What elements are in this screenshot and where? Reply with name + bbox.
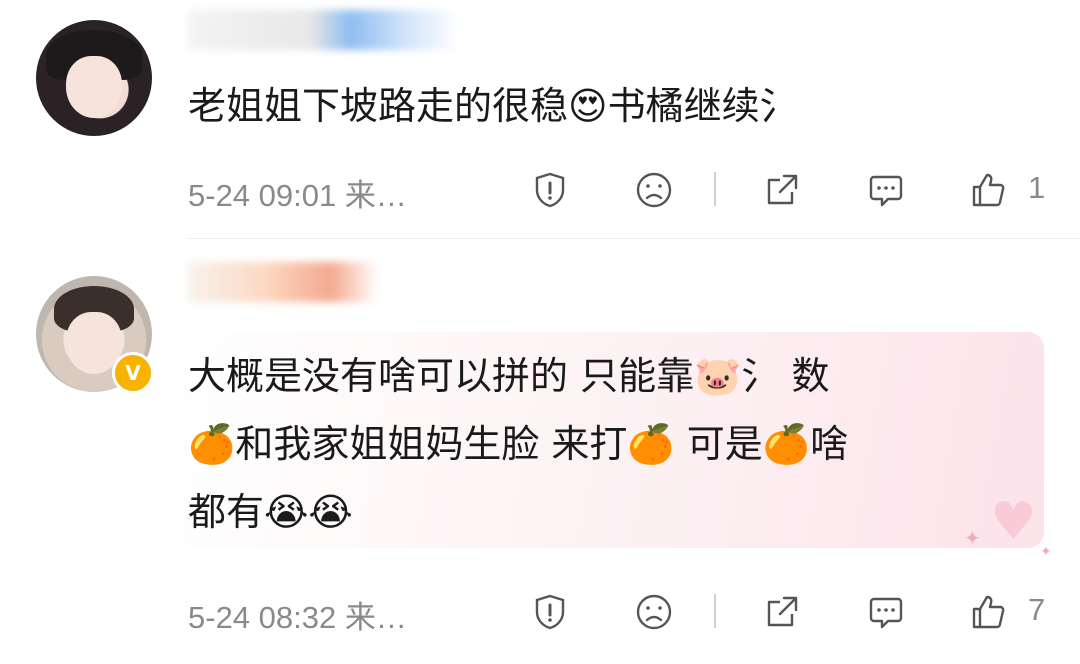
- sparkle-icon: ✦: [1040, 544, 1052, 560]
- like-icon[interactable]: [966, 168, 1010, 212]
- comment-timestamp: 5-24 09:01 来…: [188, 178, 407, 213]
- sad-face-icon[interactable]: [632, 590, 676, 634]
- like-count: 1: [1028, 170, 1046, 205]
- avatar[interactable]: [36, 20, 152, 136]
- share-icon[interactable]: [760, 168, 804, 212]
- sad-face-icon[interactable]: [632, 168, 676, 212]
- report-icon[interactable]: [528, 168, 572, 212]
- report-icon[interactable]: [528, 590, 572, 634]
- verified-badge: V: [112, 352, 154, 394]
- comment-text: 大概是没有啥可以拼的 只能靠🐷氵 数 🍊和我家姐姐妈生脸 来打🍊 可是🍊啥 都有…: [188, 354, 849, 534]
- comment-text: 老姐姐下坡路走的很稳😍书橘继续氵: [188, 84, 798, 128]
- toolbar-separator: [714, 594, 716, 628]
- comment-timestamp: 5-24 08:32 来…: [188, 600, 407, 635]
- like-count: 7: [1028, 592, 1046, 627]
- comment-divider: [188, 238, 1080, 239]
- comment-item: 老姐姐下坡路走的很稳😍书橘继续氵 5-24 09:01 来… 1: [0, 0, 1080, 240]
- share-icon[interactable]: [760, 590, 804, 634]
- avatar-face: [66, 56, 122, 118]
- username-blurred[interactable]: [188, 262, 378, 302]
- comment-item: ♥ ✦ ✦ V 大概是没有啥可以拼的 只能靠🐷氵 数 🍊和我家姐姐妈生脸 来打🍊…: [0, 240, 1080, 664]
- username-blurred[interactable]: [188, 10, 458, 50]
- comment-actions: 5-24 08:32 来… 7: [188, 582, 1045, 642]
- comment-actions: 5-24 09:01 来… 1: [188, 160, 1045, 220]
- like-icon[interactable]: [966, 590, 1010, 634]
- toolbar-separator: [714, 172, 716, 206]
- reply-icon[interactable]: [864, 168, 908, 212]
- reply-icon[interactable]: [864, 590, 908, 634]
